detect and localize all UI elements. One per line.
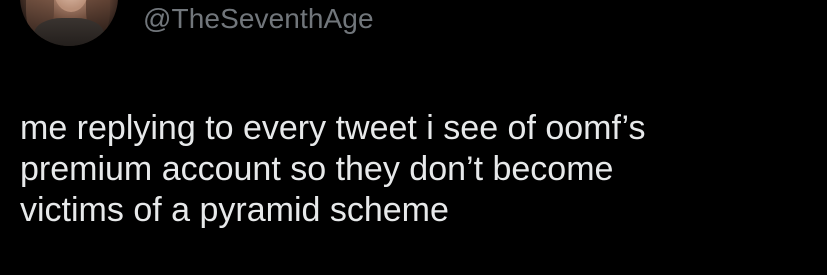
- avatar[interactable]: [20, 0, 118, 46]
- author-handle[interactable]: @TheSeventhAge: [143, 1, 374, 37]
- tweet-text-line: premium account so they don’t become: [20, 150, 614, 188]
- tweet-text: me replying to every tweet i see of oomf…: [20, 108, 810, 231]
- avatar-face: [54, 0, 88, 12]
- tweet-card: @TheSeventhAge me replying to every twee…: [0, 0, 827, 275]
- tweet-text-line: victims of a pyramid scheme: [20, 191, 449, 229]
- avatar-shirt: [34, 18, 104, 46]
- tweet-text-line: me replying to every tweet i see of oomf…: [20, 109, 646, 147]
